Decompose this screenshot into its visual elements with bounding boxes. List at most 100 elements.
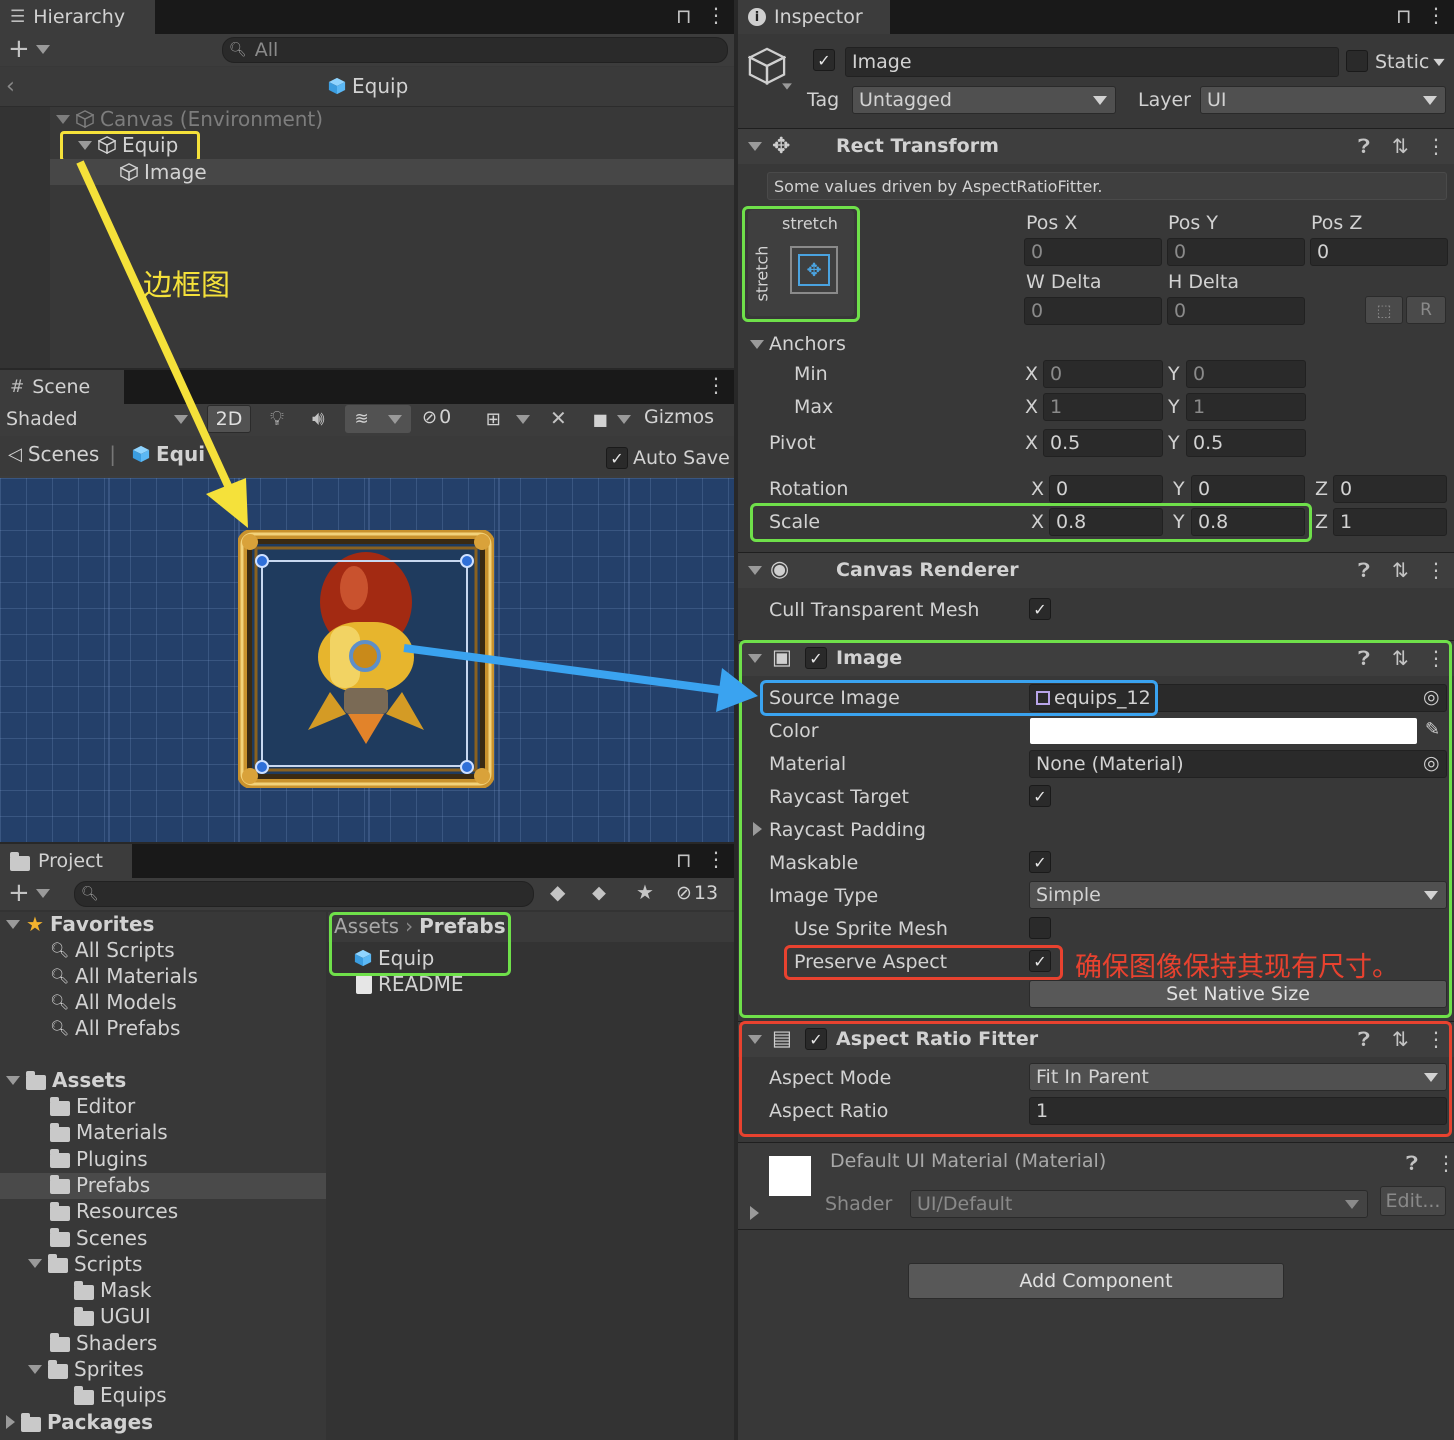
breadcrumb-scenes[interactable]: ◁ Scenes |: [8, 442, 120, 466]
assets-header[interactable]: Assets: [6, 1068, 126, 1092]
w-delta-field[interactable]: 0: [1024, 297, 1162, 325]
tag-dropdown[interactable]: Untagged: [852, 86, 1116, 114]
folder-item[interactable]: Materials: [50, 1120, 168, 1144]
chevron-down-icon[interactable]: [36, 45, 50, 54]
rotation-x-field[interactable]: 0: [1049, 475, 1163, 503]
edit-shader-button[interactable]: Edit...: [1380, 1186, 1446, 1216]
back-chevron-icon[interactable]: ‹: [6, 74, 15, 99]
anchor-max-x-field[interactable]: 1: [1043, 393, 1163, 421]
pos-y-field[interactable]: 0: [1167, 238, 1305, 266]
folder-item[interactable]: Sprites: [28, 1357, 144, 1381]
favorite-all-scripts[interactable]: 🔍︎ All Scripts: [50, 938, 175, 962]
rotation-z-field[interactable]: 0: [1333, 475, 1447, 503]
scale-z-field[interactable]: 1: [1333, 508, 1447, 536]
toggle-2d-button[interactable]: 2D: [207, 405, 251, 433]
favorite-all-materials[interactable]: 🔍︎ All Materials: [50, 964, 198, 988]
lighting-bulb-icon[interactable]: 💡︎: [270, 406, 284, 430]
hidden-objects-toggle[interactable]: ⊘ 0: [422, 406, 451, 428]
folder-item[interactable]: Equips: [74, 1383, 167, 1407]
pivot-y-field[interactable]: 0.5: [1186, 429, 1306, 457]
hierarchy-search-input[interactable]: 🔍︎ All: [222, 37, 728, 63]
pivot-x-field[interactable]: 0.5: [1043, 429, 1163, 457]
shader-dropdown[interactable]: UI/Default: [910, 1190, 1368, 1218]
expand-arrow-icon[interactable]: [28, 1364, 42, 1374]
tools-icon[interactable]: ✕: [550, 406, 567, 430]
more-menu-icon[interactable]: ⋮: [706, 373, 726, 397]
folder-item[interactable]: Plugins: [50, 1147, 148, 1171]
lock-icon[interactable]: ⊓: [1396, 4, 1412, 28]
shading-mode-dropdown[interactable]: Shaded: [0, 404, 196, 434]
static-checkbox[interactable]: [1346, 50, 1368, 72]
grid-snap-button[interactable]: ⊞: [478, 405, 538, 433]
rect-handle[interactable]: [255, 760, 269, 774]
gizmos-button[interactable]: Gizmos: [644, 406, 714, 428]
favorite-all-prefabs[interactable]: 🔍︎ All Prefabs: [50, 1016, 180, 1040]
help-icon[interactable]: ❓︎: [1358, 134, 1370, 158]
lock-icon[interactable]: ⊓: [676, 4, 692, 28]
rect-handle[interactable]: [460, 554, 474, 568]
folder-item[interactable]: Shaders: [50, 1331, 157, 1355]
hidden-packages-toggle[interactable]: ⊘ 13: [676, 882, 718, 904]
anchor-max-y-field[interactable]: 1: [1186, 393, 1306, 421]
h-delta-field[interactable]: 0: [1167, 297, 1305, 325]
filter-label-icon[interactable]: ⬥: [592, 880, 606, 904]
raw-edit-button[interactable]: R: [1406, 296, 1446, 324]
folder-item[interactable]: UGUI: [74, 1304, 151, 1328]
add-component-button[interactable]: Add Component: [908, 1263, 1284, 1299]
lock-icon[interactable]: ⊓: [676, 848, 692, 872]
create-plus-icon[interactable]: +: [8, 34, 30, 64]
create-plus-icon[interactable]: +: [8, 878, 30, 908]
folder-item[interactable]: Prefabs: [50, 1173, 150, 1197]
favorites-header[interactable]: ★ Favorites: [6, 912, 154, 936]
expand-arrow-icon[interactable]: [6, 1075, 20, 1085]
audio-icon[interactable]: 🔊︎: [312, 406, 325, 430]
folder-item[interactable]: Editor: [50, 1094, 135, 1118]
active-checkbox[interactable]: ✓: [813, 49, 835, 71]
filter-type-icon[interactable]: ◆: [550, 880, 565, 904]
pos-z-field[interactable]: 0: [1310, 238, 1448, 266]
anchor-min-x-field[interactable]: 0: [1043, 360, 1163, 388]
breadcrumb-prefab[interactable]: Equi: [132, 442, 205, 466]
camera-button[interactable]: ■: [588, 405, 636, 433]
favorite-all-models[interactable]: 🔍︎ All Models: [50, 990, 177, 1014]
help-icon[interactable]: ❓︎: [1358, 558, 1370, 582]
rect-handle[interactable]: [255, 554, 269, 568]
folder-item[interactable]: Resources: [50, 1199, 178, 1223]
more-menu-icon[interactable]: ⋮: [1426, 134, 1446, 158]
material-foldout-icon[interactable]: [750, 1206, 759, 1220]
auto-save-checkbox[interactable]: ✓: [606, 447, 628, 469]
effects-button[interactable]: ≋: [345, 405, 411, 433]
more-menu-icon[interactable]: ⋮: [1426, 558, 1446, 582]
project-search-input[interactable]: 🔍︎: [74, 881, 534, 907]
favorite-star-icon[interactable]: ★: [636, 880, 654, 904]
more-menu-icon[interactable]: ⋮: [706, 3, 726, 27]
more-menu-icon[interactable]: ⋮: [1426, 3, 1446, 27]
folder-item[interactable]: Scripts: [28, 1252, 142, 1276]
foldout-arrow-icon[interactable]: [748, 566, 762, 575]
folder-item[interactable]: Scenes: [50, 1226, 147, 1250]
anchors-foldout-icon[interactable]: [750, 340, 764, 349]
cull-transparent-mesh-checkbox[interactable]: ✓: [1029, 598, 1051, 620]
tab-scene[interactable]: # Scene: [0, 370, 124, 404]
packages-header[interactable]: Packages: [6, 1410, 153, 1434]
foldout-arrow-icon[interactable]: [748, 142, 762, 151]
presets-sliders-icon[interactable]: ⇅: [1392, 558, 1409, 582]
tab-project[interactable]: Project: [0, 844, 132, 878]
collapsed-arrow-icon[interactable]: [6, 1415, 15, 1429]
rotation-y-field[interactable]: 0: [1191, 475, 1305, 503]
expand-arrow-icon[interactable]: [6, 919, 20, 929]
anchor-min-y-field[interactable]: 0: [1186, 360, 1306, 388]
folder-item[interactable]: Mask: [74, 1278, 152, 1302]
object-name-input[interactable]: Image: [845, 47, 1339, 77]
scene-viewport[interactable]: [0, 478, 734, 842]
static-dropdown-icon[interactable]: [1433, 58, 1445, 67]
icon-dropdown-arrow[interactable]: [782, 83, 792, 90]
more-menu-icon[interactable]: ⋮: [1436, 1151, 1454, 1175]
pos-x-field[interactable]: 0: [1024, 238, 1162, 266]
hierarchy-item-canvas[interactable]: Canvas (Environment): [56, 107, 323, 131]
blueprint-mode-button[interactable]: ⬚: [1365, 296, 1403, 324]
chevron-down-icon[interactable]: [36, 889, 50, 898]
expand-arrow-icon[interactable]: [56, 114, 70, 124]
more-menu-icon[interactable]: ⋮: [706, 847, 726, 871]
hierarchy-item-image[interactable]: Image: [120, 160, 207, 184]
